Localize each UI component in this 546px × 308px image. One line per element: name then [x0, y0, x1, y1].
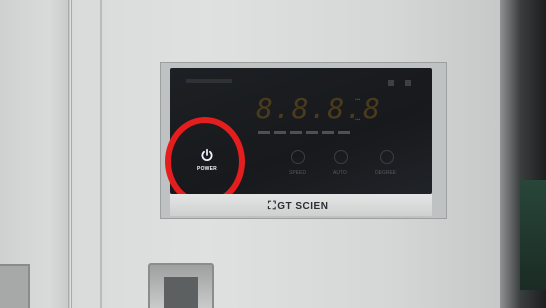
panel-indicator-icon — [405, 80, 411, 86]
power-button-label: POWER — [197, 166, 217, 172]
level-indicator-bar — [306, 131, 318, 134]
degree-button-label: DEGREE — [375, 170, 397, 176]
power-button[interactable]: POWER — [192, 140, 222, 174]
brand-logo: ⛶GT SCIEN — [268, 200, 328, 212]
level-indicator-bar — [338, 131, 350, 134]
door-handle-recess — [164, 277, 198, 308]
speed-button-label: SPEED — [289, 170, 306, 176]
door-seam — [100, 0, 102, 308]
cabinet-seam — [68, 0, 71, 308]
background-object — [520, 180, 546, 290]
side-handle — [0, 264, 30, 308]
panel-indicator-icon — [388, 80, 394, 86]
brand-logo-icon: ⛶ — [268, 200, 277, 212]
photo-scene: 8.8.8.8 ▪▪▪ ▪▪▪ SPEED AUTO DEGREE POWER … — [0, 0, 546, 308]
level-indicator-bar — [258, 131, 270, 134]
level-indicator-bar — [274, 131, 286, 134]
degree-button[interactable] — [380, 150, 394, 164]
door-handle[interactable] — [148, 263, 214, 308]
display-unit-top: ▪▪▪ — [355, 97, 361, 103]
level-indicator-bar — [290, 131, 302, 134]
brand-name: GT SCIEN — [277, 201, 329, 212]
speed-button[interactable] — [291, 150, 305, 164]
auto-button[interactable] — [334, 150, 348, 164]
display-unit-bottom: ▪▪▪ — [355, 117, 361, 123]
power-icon — [201, 148, 213, 161]
auto-button-label: AUTO — [333, 170, 347, 176]
panel-faint-header — [186, 79, 232, 83]
level-indicator-bar — [322, 131, 334, 134]
seven-segment-display: 8.8.8.8 — [256, 92, 382, 125]
cabinet-side-panel — [0, 0, 72, 308]
